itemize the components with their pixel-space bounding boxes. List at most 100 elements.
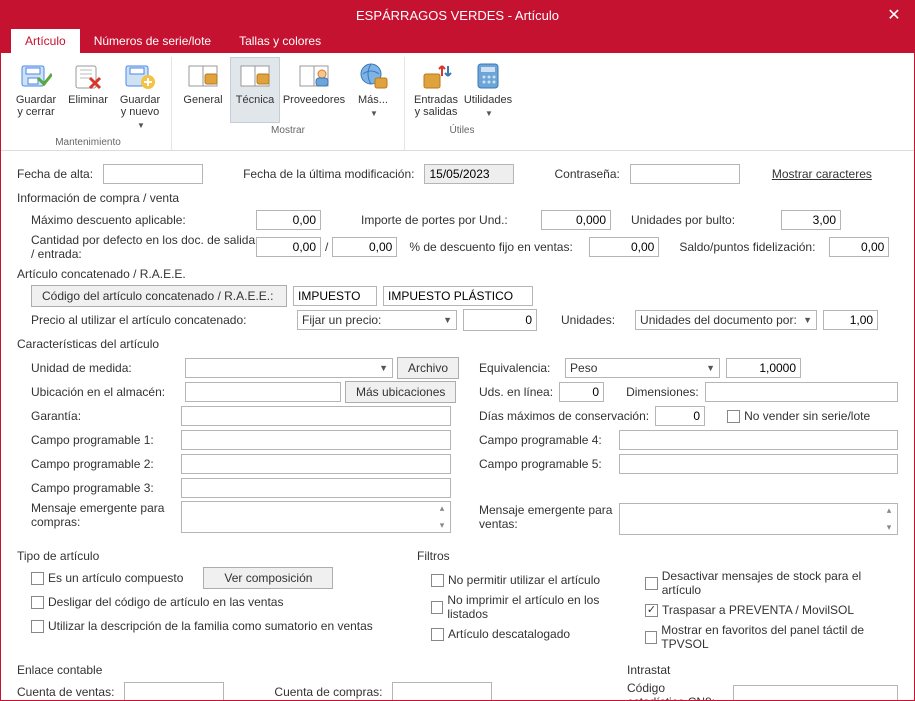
chk-descatalogado[interactable]: Artículo descatalogado xyxy=(431,627,570,641)
ribbon-utilidades[interactable]: Utilidades ▼ xyxy=(463,57,513,123)
btn-mas-ubicaciones[interactable]: Más ubicaciones xyxy=(345,381,456,403)
input-precio-concatenado[interactable] xyxy=(463,309,537,331)
ribbon-entradas-salidas[interactable]: Entradas y salidas xyxy=(411,57,461,123)
ribbon-label: General xyxy=(183,94,222,106)
ribbon-proveedores[interactable]: Proveedores xyxy=(282,57,346,123)
label-importe-portes: Importe de portes por Und.: xyxy=(361,213,541,227)
chk-label: Mostrar en favoritos del panel táctil de… xyxy=(661,623,898,651)
textarea-mensaje-ventas[interactable]: ▴▾ xyxy=(619,503,898,535)
chk-label: Desligar del código de artículo en las v… xyxy=(48,595,283,609)
input-equivalencia-val[interactable] xyxy=(726,358,801,378)
select-fijar-precio[interactable]: Fijar un precio: ▼ xyxy=(297,310,457,330)
chk-no-vender[interactable]: No vender sin serie/lote xyxy=(727,409,870,423)
input-ubicacion[interactable] xyxy=(185,382,341,402)
ribbon-eliminar[interactable]: Eliminar xyxy=(63,57,113,135)
general-icon xyxy=(187,60,219,92)
input-impuesto[interactable] xyxy=(293,286,377,306)
chk-desligar[interactable]: Desligar del código de artículo en las v… xyxy=(31,595,283,609)
select-unidad-medida[interactable]: ▼ xyxy=(185,358,393,378)
chk-no-permitir[interactable]: No permitir utilizar el artículo xyxy=(431,573,600,587)
ribbon-group-label: Mantenimiento xyxy=(55,137,121,148)
link-mostrar-caracteres[interactable]: Mostrar caracteres xyxy=(772,167,872,181)
section-info-compra-venta: Información de compra / venta xyxy=(17,191,898,205)
chk-favoritos[interactable]: Mostrar en favoritos del panel táctil de… xyxy=(645,623,898,651)
input-unidades-bulto[interactable] xyxy=(781,210,841,230)
input-max-desc[interactable] xyxy=(256,210,321,230)
label-dimensiones: Dimensiones: xyxy=(626,385,699,399)
chk-label: Traspasar a PREVENTA / MovilSOL xyxy=(662,603,854,617)
chk-label: No permitir utilizar el artículo xyxy=(448,573,600,587)
ribbon-group-label: Útiles xyxy=(449,125,474,136)
input-campo4[interactable] xyxy=(619,430,898,450)
label-unidades-bulto: Unidades por bulto: xyxy=(631,213,781,227)
ribbon-label: Guardar y nuevo xyxy=(117,94,163,118)
input-cantidad-entrada[interactable] xyxy=(332,237,397,257)
label-campo4: Campo programable 4: xyxy=(479,433,619,447)
input-pct-desc[interactable] xyxy=(589,237,659,257)
ribbon-mas[interactable]: Más... ▼ xyxy=(348,57,398,123)
ribbon-group-mantenimiento: Guardar y cerrar Eliminar Guardar y nuev… xyxy=(5,57,172,150)
save-new-icon xyxy=(124,60,156,92)
ribbon-guardar-nuevo[interactable]: Guardar y nuevo ▼ xyxy=(115,57,165,135)
chk-no-imprimir[interactable]: No imprimir el artículo en los listados xyxy=(431,593,631,621)
chk-desactivar-stock[interactable]: Desactivar mensajes de stock para el art… xyxy=(645,569,898,597)
input-importe-portes[interactable] xyxy=(541,210,611,230)
select-unidades[interactable]: Unidades del documento por: ▼ xyxy=(635,310,817,330)
select-value: Unidades del documento por: xyxy=(640,313,797,327)
label-equivalencia: Equivalencia: xyxy=(479,361,559,375)
close-button[interactable]: ✕ xyxy=(874,1,914,29)
ribbon-tecnica[interactable]: Técnica xyxy=(230,57,280,123)
label-fecha-mod: Fecha de la última modificación: xyxy=(243,167,414,181)
tab-articulo[interactable]: Artículo xyxy=(11,29,80,53)
scrollbar[interactable]: ▴▾ xyxy=(881,504,897,534)
chk-compuesto[interactable]: Es un artículo compuesto xyxy=(31,571,183,585)
label-pct-desc: % de descuento fijo en ventas: xyxy=(409,240,589,254)
chevron-down-icon: ▼ xyxy=(706,363,715,373)
tab-tallas-colores[interactable]: Tallas y colores xyxy=(225,29,335,53)
scrollbar[interactable]: ▴▾ xyxy=(434,502,450,532)
input-cuenta-ventas[interactable] xyxy=(124,682,224,700)
input-garantia[interactable] xyxy=(181,406,451,426)
input-campo3[interactable] xyxy=(181,478,451,498)
form-content: Fecha de alta: Fecha de la última modifi… xyxy=(1,151,914,700)
section-tipo: Tipo de artículo xyxy=(17,549,397,563)
chevron-down-icon: ▼ xyxy=(137,120,145,132)
chk-utilizar-desc[interactable]: Utilizar la descripción de la familia co… xyxy=(31,619,373,633)
input-fecha-alta[interactable] xyxy=(103,164,203,184)
input-uds-linea[interactable] xyxy=(559,382,604,402)
input-cuenta-compras[interactable] xyxy=(392,682,492,700)
input-campo5[interactable] xyxy=(619,454,898,474)
input-dimensiones[interactable] xyxy=(705,382,898,402)
utilidades-icon xyxy=(472,60,504,92)
input-campo1[interactable] xyxy=(181,430,451,450)
delete-icon xyxy=(72,60,104,92)
ribbon-label: Utilidades xyxy=(464,94,512,106)
btn-archivo[interactable]: Archivo xyxy=(397,357,459,379)
chk-traspasar[interactable]: ✓Traspasar a PREVENTA / MovilSOL xyxy=(645,603,854,617)
label-ubicacion: Ubicación en el almacén: xyxy=(31,385,181,399)
window-title: ESPÁRRAGOS VERDES - Artículo xyxy=(356,8,559,23)
section-intrastat: Intrastat xyxy=(627,663,898,677)
btn-codigo-concatenado[interactable]: Código del artículo concatenado / R.A.E.… xyxy=(31,285,287,307)
textarea-mensaje-compras[interactable]: ▴▾ xyxy=(181,501,451,533)
mas-icon xyxy=(357,60,389,92)
input-cantidad-salida[interactable] xyxy=(256,237,321,257)
input-cn8[interactable] xyxy=(733,685,898,700)
label-precio-concatenado: Precio al utilizar el artículo concatena… xyxy=(31,313,291,327)
label-cn8: Código estadístico CN8: xyxy=(627,681,723,700)
input-saldo[interactable] xyxy=(829,237,889,257)
label-fecha-alta: Fecha de alta: xyxy=(17,167,93,181)
select-value: Peso xyxy=(570,361,597,375)
tecnica-icon xyxy=(239,60,271,92)
input-contrasena[interactable] xyxy=(630,164,740,184)
ribbon-guardar-cerrar[interactable]: Guardar y cerrar xyxy=(11,57,61,135)
btn-ver-composicion[interactable]: Ver composición xyxy=(203,567,333,589)
ribbon-general[interactable]: General xyxy=(178,57,228,123)
select-equivalencia[interactable]: Peso ▼ xyxy=(565,358,720,378)
input-dias-max[interactable] xyxy=(655,406,705,426)
ribbon: Guardar y cerrar Eliminar Guardar y nuev… xyxy=(1,53,914,151)
input-campo2[interactable] xyxy=(181,454,451,474)
input-impuesto-plastico[interactable] xyxy=(383,286,533,306)
tab-serie-lote[interactable]: Números de serie/lote xyxy=(80,29,225,53)
input-unidades-val[interactable] xyxy=(823,310,878,330)
